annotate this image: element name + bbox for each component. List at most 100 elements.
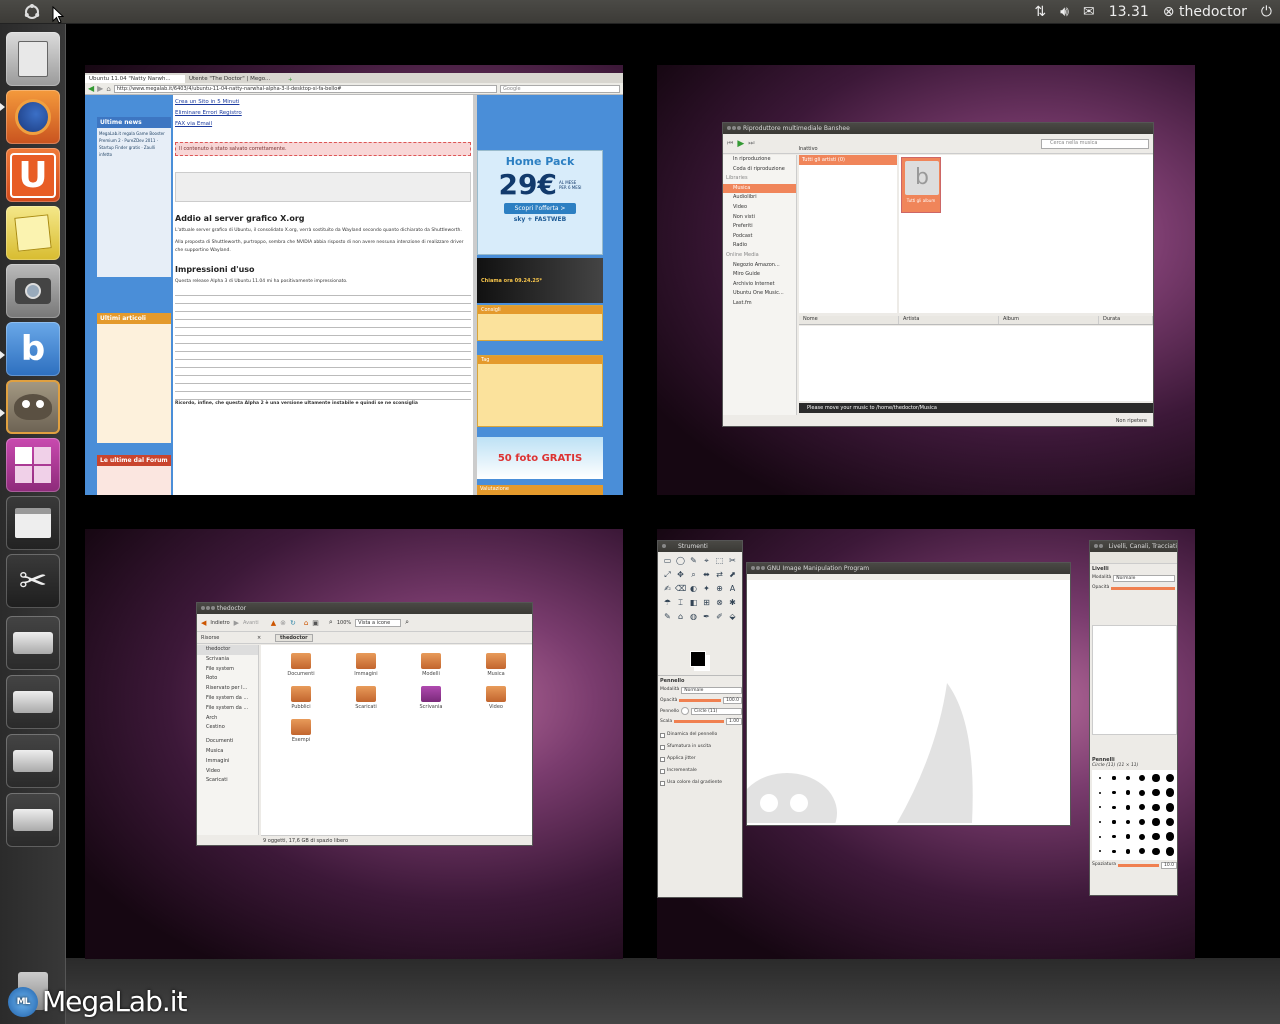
launcher-screenshot-icon[interactable]: ✂: [6, 554, 60, 608]
place-item[interactable]: File system: [197, 665, 258, 675]
tool-button[interactable]: ✒: [701, 611, 712, 622]
brush-item[interactable]: [1122, 801, 1134, 813]
launcher-ubuntu-one-icon[interactable]: U: [6, 148, 60, 202]
brush-item[interactable]: [1122, 816, 1134, 828]
forward-icon[interactable]: ▶: [97, 84, 103, 93]
tool-button[interactable]: ⌕: [688, 569, 699, 580]
brush-item[interactable]: [1094, 831, 1106, 843]
photo-promo[interactable]: 50 foto GRATIS: [498, 453, 582, 464]
column-header[interactable]: Durata: [1099, 316, 1153, 324]
option-checkbox[interactable]: [660, 780, 665, 786]
artist-all[interactable]: Tutti gli artisti (0): [799, 155, 897, 165]
brush-item[interactable]: [1136, 787, 1148, 799]
fg-bg-colors[interactable]: [690, 651, 706, 667]
launcher-text-editor-icon[interactable]: [6, 206, 60, 260]
browser-tab[interactable]: Utente "The Doctor" | Mego...: [185, 75, 285, 83]
place-item[interactable]: Scrivania: [197, 655, 258, 665]
music-search[interactable]: Cerca nella musica: [1041, 138, 1149, 149]
brush-item[interactable]: [1150, 831, 1162, 843]
folder-icon[interactable]: [421, 686, 441, 702]
ad-link[interactable]: FAX via Email: [175, 119, 471, 130]
tool-button[interactable]: ✎: [688, 555, 699, 566]
brush-item[interactable]: [1164, 787, 1176, 799]
call-now[interactable]: Chiama ora 09.24.25*: [481, 278, 542, 284]
new-tab-icon[interactable]: +: [285, 77, 296, 83]
opacity-slider[interactable]: [679, 699, 722, 702]
volume-icon[interactable]: 🔊︎: [1060, 4, 1069, 20]
option-row[interactable]: Incrementale: [660, 765, 742, 777]
home-icon[interactable]: ⌂: [304, 619, 308, 627]
layer-mode-select[interactable]: Normale: [1113, 575, 1175, 582]
ad-link[interactable]: Crea un Sito in 5 Minuti: [175, 97, 471, 108]
workspace-3[interactable]: thedoctor ◀ Indietro ▶ Avanti ▲ ⊗ ↻ ⌂ ▣ …: [85, 529, 623, 959]
source-item[interactable]: Video: [723, 203, 796, 213]
brush-item[interactable]: [1094, 845, 1106, 857]
power-icon[interactable]: ⏻: [1261, 4, 1272, 20]
tool-button[interactable]: ✱: [727, 597, 738, 608]
scale-value[interactable]: 1.00: [725, 718, 742, 725]
brush-item[interactable]: [1136, 845, 1148, 857]
source-item[interactable]: Musica: [723, 183, 796, 194]
tool-button[interactable]: ✦: [701, 583, 712, 594]
tool-button[interactable]: ⌖: [701, 555, 712, 566]
brush-item[interactable]: [1122, 772, 1134, 784]
gimp-image-window[interactable]: GNU Image Manipulation Program: [746, 562, 1071, 826]
browser-tab[interactable]: Ubuntu 11.04 "Natty Narwh...: [85, 75, 185, 83]
sidebar-select[interactable]: Risorse: [197, 635, 257, 641]
home-icon[interactable]: ⌂: [106, 85, 110, 93]
source-item[interactable]: Audiolibri: [723, 193, 796, 203]
nautilus-window[interactable]: thedoctor ◀ Indietro ▶ Avanti ▲ ⊗ ↻ ⌂ ▣ …: [196, 602, 533, 846]
brush-item[interactable]: [1094, 801, 1106, 813]
brush-item[interactable]: [1122, 831, 1134, 843]
brush-item[interactable]: [1150, 816, 1162, 828]
brush-item[interactable]: [1150, 787, 1162, 799]
tool-button[interactable]: ☂: [662, 597, 673, 608]
launcher-drive-icon[interactable]: [6, 734, 60, 788]
brush-item[interactable]: [1150, 845, 1162, 857]
clock[interactable]: 13.31: [1109, 4, 1149, 20]
launcher-drive-icon[interactable]: [6, 616, 60, 670]
close-sidebar-icon[interactable]: ×: [257, 635, 261, 641]
column-header[interactable]: Nome: [799, 316, 899, 324]
brush-item[interactable]: [1108, 801, 1120, 813]
tool-button[interactable]: ⬙: [727, 611, 738, 622]
launcher-drive-icon[interactable]: [6, 793, 60, 847]
tool-button[interactable]: ⊕: [714, 583, 725, 594]
place-item[interactable]: Musica: [197, 747, 258, 757]
url-bar[interactable]: http://www.megalab.it/6403/4/ubuntu-11-0…: [113, 84, 497, 93]
tool-button[interactable]: ✎: [662, 611, 673, 622]
back-button[interactable]: Indietro: [210, 620, 229, 626]
brush-item[interactable]: [1108, 772, 1120, 784]
brush-item[interactable]: [1150, 772, 1162, 784]
play-icon[interactable]: ▶: [737, 139, 744, 149]
place-item[interactable]: Video: [197, 767, 258, 777]
place-item[interactable]: Roto: [197, 674, 258, 684]
gimp-layers-dock[interactable]: Livelli, Canali, Tracciati Livelli Modal…: [1089, 540, 1178, 896]
option-row[interactable]: Usa colore dal gradiente: [660, 777, 742, 789]
brush-preview[interactable]: [681, 707, 690, 715]
back-icon[interactable]: ◀: [88, 84, 94, 93]
folder-icon[interactable]: [291, 719, 311, 735]
forward-button[interactable]: Avanti: [243, 620, 259, 626]
launcher-gimp-icon[interactable]: [6, 380, 60, 434]
brush-grid[interactable]: [1092, 770, 1177, 860]
tool-button[interactable]: ⊞: [701, 597, 712, 608]
search-icon[interactable]: ⌕: [405, 618, 409, 627]
folder-icon[interactable]: [421, 653, 441, 669]
next-icon[interactable]: ⏭: [748, 139, 754, 148]
folder-icon[interactable]: [291, 653, 311, 669]
option-checkbox[interactable]: [660, 744, 665, 750]
option-checkbox[interactable]: [660, 768, 665, 774]
place-item[interactable]: Immagini: [197, 757, 258, 767]
launcher-firefox-icon[interactable]: [6, 90, 60, 144]
tool-button[interactable]: ⌂: [675, 611, 686, 622]
opacity-value[interactable]: 100.0: [723, 697, 742, 704]
reload-icon[interactable]: ↻: [290, 619, 296, 627]
network-icon[interactable]: ⇅: [1034, 4, 1046, 20]
tool-button[interactable]: ⬈: [727, 569, 738, 580]
place-item[interactable]: Documenti: [197, 737, 258, 747]
tool-button[interactable]: ✥: [675, 569, 686, 580]
spacing-value[interactable]: 10.0: [1160, 862, 1177, 869]
tool-button[interactable]: ⌫: [675, 583, 686, 594]
back-icon[interactable]: ◀: [201, 619, 206, 627]
